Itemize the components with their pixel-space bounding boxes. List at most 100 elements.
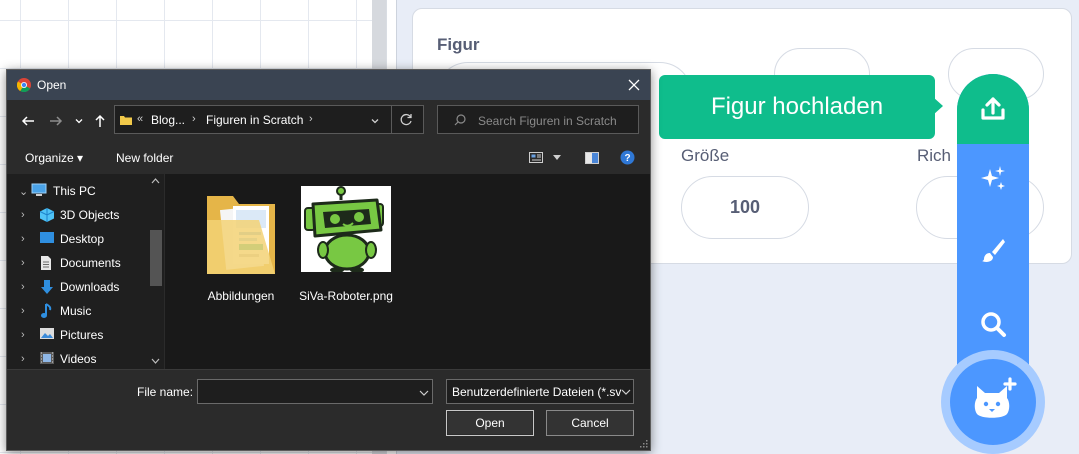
downloads-icon: [41, 280, 53, 294]
open-file-dialog: Open « Blog... › Figuren in Scratch › Se…: [6, 69, 651, 451]
size-field[interactable]: 100: [681, 176, 809, 239]
file-name-input[interactable]: [197, 379, 433, 404]
tree-item-this-pc[interactable]: ⌄ This PC: [7, 179, 147, 203]
file-name-label: File name:: [137, 385, 194, 399]
tree-label: This PC: [53, 184, 96, 198]
file-type-filter[interactable]: Benutzerdefinierte Dateien (*.sv: [446, 379, 634, 404]
organize-button[interactable]: Organize ▾: [25, 151, 83, 165]
pc-icon: [31, 183, 47, 196]
tree-expand-icon[interactable]: ›: [21, 305, 25, 317]
tree-label: Pictures: [60, 328, 104, 342]
tree-item-3d-objects[interactable]: › 3D Objects: [7, 203, 147, 227]
file-name: Abbildungen: [207, 289, 275, 303]
tree-item-music[interactable]: › Music: [7, 299, 147, 323]
file-name: SiVa-Roboter.png: [299, 289, 393, 303]
file-list: Abbildungen SiVa-Roboter.png: [165, 174, 650, 369]
breadcrumb-current-folder[interactable]: Figuren in Scratch: [206, 113, 303, 127]
sprite-panel-title: Figur: [437, 35, 480, 54]
tree-expand-icon[interactable]: ›: [21, 353, 25, 365]
paint-sprite-button[interactable]: [957, 222, 1029, 278]
pictures-icon: [40, 328, 54, 339]
scroll-up-icon[interactable]: [151, 178, 160, 184]
direction-label: Rich: [917, 146, 952, 165]
chevron-down-icon[interactable]: [370, 116, 380, 126]
surprise-icon: [981, 166, 1005, 190]
tree-label: 3D Objects: [60, 208, 120, 222]
view-options-icon[interactable]: [529, 152, 543, 164]
recent-locations-button[interactable]: [70, 112, 88, 130]
resize-grip-icon[interactable]: [639, 439, 648, 448]
breadcrumb-blog[interactable]: Blog...: [151, 113, 185, 127]
new-folder-button[interactable]: New folder: [116, 151, 173, 165]
tree-item-downloads[interactable]: › Downloads: [7, 275, 147, 299]
documents-icon: [41, 256, 51, 270]
choose-sprite-search-button[interactable]: [957, 296, 1029, 352]
chevron-down-icon[interactable]: [419, 389, 429, 397]
address-divider: [391, 106, 392, 133]
back-button[interactable]: [19, 112, 37, 130]
tree-item-documents[interactable]: › Documents: [7, 251, 147, 275]
chrome-icon: [17, 78, 31, 92]
tree-label: Videos: [60, 352, 97, 366]
dialog-title: Open: [37, 78, 67, 92]
help-icon[interactable]: ?: [620, 150, 635, 165]
videos-icon: [40, 352, 54, 364]
up-arrow-icon: [95, 114, 105, 127]
scroll-thumb[interactable]: [150, 230, 162, 286]
breadcrumb-separator[interactable]: ›: [192, 113, 196, 125]
navigation-bar: « Blog... › Figuren in Scratch › Search …: [7, 100, 650, 142]
chevron-down-icon: [75, 119, 83, 124]
search-icon: [981, 312, 1006, 337]
tree-expand-icon[interactable]: ›: [21, 209, 25, 221]
forward-button[interactable]: [47, 112, 65, 130]
command-bar: Organize ▾ New folder ?: [7, 142, 650, 174]
scroll-down-icon[interactable]: [151, 358, 160, 364]
tree-expand-icon[interactable]: ›: [21, 281, 25, 293]
tooltip-arrow: [933, 97, 943, 115]
paint-icon: [982, 239, 1005, 262]
upload-sprite-tooltip: Figur hochladen: [659, 75, 935, 139]
tree-label: Desktop: [60, 232, 105, 246]
organize-label: Organize: [25, 151, 74, 165]
tree-item-pictures[interactable]: › Pictures: [7, 323, 147, 347]
tree-expand-icon[interactable]: ›: [21, 257, 25, 269]
tree-scrollbar[interactable]: [148, 174, 163, 369]
chevron-down-icon[interactable]: [553, 155, 561, 161]
tree-expand-icon[interactable]: ›: [21, 329, 25, 341]
tree-item-desktop[interactable]: › Desktop: [7, 227, 147, 251]
surprise-sprite-button[interactable]: [957, 150, 1029, 206]
dialog-close-button[interactable]: [619, 70, 649, 100]
tree-item-videos[interactable]: › Videos: [7, 347, 147, 371]
overflow-chevron[interactable]: «: [137, 113, 143, 125]
tree-label: Downloads: [60, 280, 120, 294]
choose-sprite-icon: [974, 377, 1017, 418]
folder-icon: [120, 116, 132, 125]
file-item-image[interactable]: SiVa-Roboter.png: [296, 186, 396, 306]
tree-label: Documents: [60, 256, 121, 270]
upload-icon: [981, 97, 1005, 120]
size-label: Größe: [681, 146, 730, 165]
forward-arrow-icon: [50, 116, 63, 126]
tree-expand-icon[interactable]: ›: [21, 233, 25, 245]
file-type-filter-value: Benutzerdefinierte Dateien (*.sv: [452, 385, 622, 399]
refresh-icon[interactable]: [400, 113, 413, 126]
music-icon: [41, 303, 52, 318]
dialog-footer: File name: Benutzerdefinierte Dateien (*…: [7, 369, 650, 450]
navigation-pane: ⌄ This PC › 3D Objects › Desktop › Docum…: [7, 174, 164, 369]
tree-expand-icon[interactable]: ⌄: [19, 185, 28, 198]
cancel-button[interactable]: Cancel: [546, 410, 634, 436]
desktop-icon: [40, 232, 54, 243]
chevron-down-icon[interactable]: [621, 388, 631, 396]
choose-sprite-button[interactable]: [950, 359, 1036, 445]
up-button[interactable]: [91, 112, 109, 130]
svg-text:?: ?: [624, 153, 630, 164]
breadcrumb-separator[interactable]: ›: [309, 113, 313, 125]
upload-sprite-button[interactable]: [957, 74, 1029, 144]
file-item-folder[interactable]: Abbildungen: [191, 186, 291, 306]
address-bar[interactable]: « Blog... › Figuren in Scratch ›: [114, 105, 424, 134]
search-icon: [454, 114, 466, 126]
preview-pane-icon[interactable]: [585, 152, 599, 164]
3d-objects-icon: [39, 208, 55, 222]
search-box[interactable]: Search Figuren in Scratch: [437, 105, 639, 134]
open-button[interactable]: Open: [446, 410, 534, 436]
